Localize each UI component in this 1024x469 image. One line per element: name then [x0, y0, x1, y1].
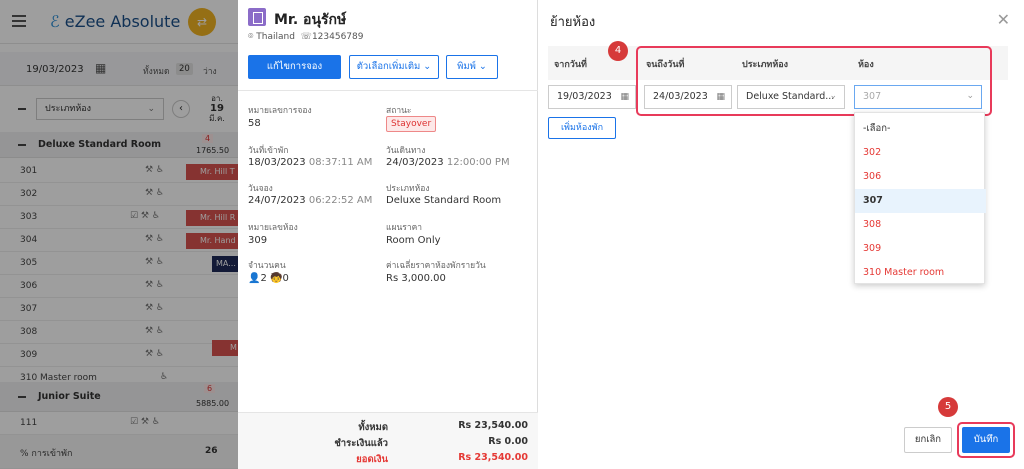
building-icon: [248, 8, 266, 26]
dropdown-option[interactable]: 302: [855, 141, 986, 165]
adult-icon: 👤: [248, 273, 261, 284]
phone-icon: ☏: [300, 32, 312, 42]
cancel-button[interactable]: ยกเลิก: [904, 427, 952, 453]
highlight-box: [636, 46, 992, 116]
booked-value: 24/07/2023 06:22:52 AM: [248, 195, 373, 206]
panel-title: ย้ายห้อง: [550, 15, 596, 30]
dropdown-option[interactable]: -เลือก-: [855, 117, 986, 141]
room-type-label: ประเภทห้อง: [386, 184, 430, 194]
col-from-date: จากวันที่: [554, 60, 587, 70]
step-5-badge: 5: [938, 397, 958, 417]
paid-value: Rs 0.00: [488, 436, 528, 447]
checkin-label: วันที่เข้าพัก: [248, 146, 289, 156]
location-icon: ⌾: [248, 32, 254, 42]
child-icon: 🧒: [270, 273, 283, 284]
balance-value: Rs 23,540.00: [458, 452, 528, 463]
room-no-value: 309: [248, 235, 268, 246]
dropdown-option[interactable]: 306: [855, 165, 986, 189]
print-button[interactable]: พิมพ์ ⌄: [446, 55, 498, 79]
paid-label: ชำระเงินแล้ว: [334, 438, 388, 449]
room-type-value: Deluxe Standard Room: [386, 195, 502, 206]
booking-no: 58: [248, 118, 261, 129]
pax-label: จำนวนคน: [248, 261, 286, 271]
guest-name: Mr. อนุรักษ์: [274, 12, 347, 28]
departure-value: 24/03/2023 12:00:00 PM: [386, 157, 510, 168]
background-app: ℰ eZee Absolute ⇄ 19/03/2023 ▦ ทั้งหมด 2…: [0, 0, 238, 469]
avg-rate-value: Rs 3,000.00: [386, 273, 446, 284]
departure-label: วันเดินทาง: [386, 146, 426, 156]
booking-no-label: หมายเลขการจอง: [248, 106, 312, 116]
room-no-label: หมายเลขห้อง: [248, 223, 298, 233]
booked-label: วันจอง: [248, 184, 273, 194]
total-label: ทั้งหมด: [358, 422, 388, 433]
reservation-panel: Mr. อนุรักษ์ ⌾ Thailand ☏123456789 แก้ไข…: [238, 0, 538, 469]
guest-contact: ⌾ Thailand ☏123456789: [248, 32, 364, 42]
dropdown-option[interactable]: 308: [855, 213, 986, 237]
dropdown-option-selected[interactable]: 307: [855, 189, 986, 213]
status-label: สถานะ: [386, 106, 412, 116]
save-button[interactable]: บันทึก: [962, 427, 1010, 453]
dropdown-option[interactable]: 310 Master room: [855, 261, 986, 285]
room-dropdown: -เลือก- 302 306 307 308 309 310 Master r…: [854, 112, 986, 285]
checkin-value: 18/03/2023 08:37:11 AM: [248, 157, 373, 168]
balance-label: ยอดเงิน: [356, 454, 388, 465]
from-date-input[interactable]: 19/03/2023 ▦: [548, 85, 636, 109]
total-value: Rs 23,540.00: [458, 420, 528, 431]
close-icon[interactable]: ✕: [997, 10, 1010, 29]
pax-value: 👤2 🧒0: [248, 273, 289, 284]
dropdown-option[interactable]: 309: [855, 237, 986, 261]
status-badge: Stayover: [386, 116, 437, 132]
add-room-button[interactable]: เพิ่มห้องพัก: [548, 117, 616, 139]
calendar-icon: ▦: [620, 92, 629, 102]
rate-plan-label: แผนราคา: [386, 223, 423, 233]
more-options-button[interactable]: ตัวเลือกเพิ่มเติม ⌄: [349, 55, 439, 79]
totals-footer: ทั้งหมด Rs 23,540.00 ชำระเงินแล้ว Rs 0.0…: [238, 412, 538, 469]
rate-plan-value: Room Only: [386, 235, 441, 246]
step-4-badge: 4: [608, 41, 628, 61]
edit-booking-button[interactable]: แก้ไขการจอง: [248, 55, 341, 79]
move-room-panel: ย้ายห้อง ✕ จากวันที่ จนถึงวันที่ ประเภทห…: [538, 0, 1024, 469]
avg-rate-label: ค่าเฉลี่ยราคาห้องพักรายวัน: [386, 261, 486, 271]
modal-overlay[interactable]: [0, 0, 238, 469]
